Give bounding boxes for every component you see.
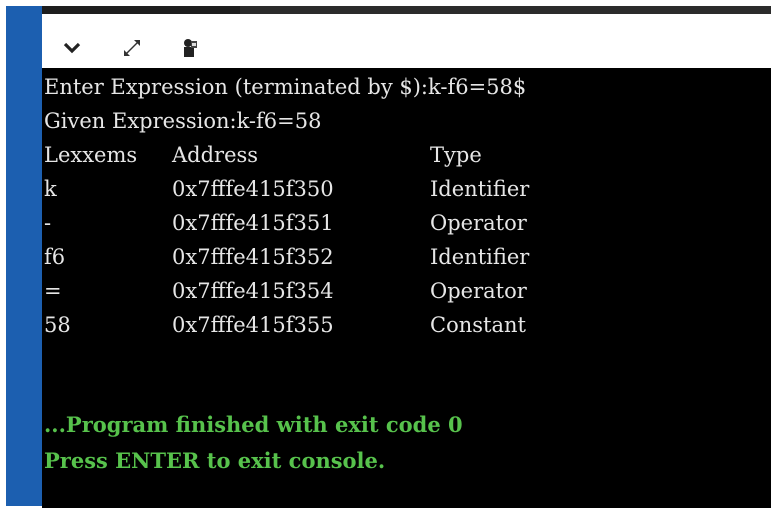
given-expression-line: Given Expression:k-f6=58 [44, 109, 322, 133]
chevron-down-icon[interactable] [60, 36, 84, 60]
console-output: Enter Expression (terminated by $):k-f6=… [42, 68, 771, 508]
header-address: Address [172, 143, 259, 167]
row-lexeme: - [44, 211, 52, 235]
row-lexeme: 58 [44, 313, 71, 337]
row-type: Identifier [430, 177, 530, 201]
header-lexemes: Lexxems [44, 143, 138, 167]
settings-icon[interactable] [178, 36, 202, 60]
row-lexeme: = [44, 279, 62, 303]
row-address: 0x7fffe415f354 [172, 279, 334, 303]
row-address: 0x7fffe415f355 [172, 313, 334, 337]
row-type: Identifier [430, 245, 530, 269]
table-row: f6 0x7fffe415f352 Identifier [44, 242, 744, 272]
row-lexeme: f6 [44, 245, 66, 269]
prompt-line: Enter Expression (terminated by $):k-f6=… [44, 75, 527, 99]
row-type: Operator [430, 211, 527, 235]
table-row: = 0x7fffe415f354 Operator [44, 276, 744, 306]
table-header: Lexxems Address Type [44, 140, 744, 170]
console-toolbar [42, 28, 771, 68]
press-enter-line: Press ENTER to exit console. [44, 448, 386, 473]
table-row: - 0x7fffe415f351 Operator [44, 208, 744, 238]
row-type: Operator [430, 279, 527, 303]
row-address: 0x7fffe415f351 [172, 211, 334, 235]
table-row: 58 0x7fffe415f355 Constant [44, 310, 744, 340]
row-address: 0x7fffe415f352 [172, 245, 334, 269]
row-type: Constant [430, 313, 526, 337]
top-strip [42, 6, 771, 14]
left-accent-bar [6, 6, 42, 506]
expand-icon[interactable] [120, 36, 144, 60]
header-type: Type [430, 143, 482, 167]
console-window: Enter Expression (terminated by $):k-f6=… [0, 0, 771, 508]
row-lexeme: k [44, 177, 57, 201]
table-row: k 0x7fffe415f350 Identifier [44, 174, 744, 204]
row-address: 0x7fffe415f350 [172, 177, 334, 201]
program-finished-line: ...Program finished with exit code 0 [44, 412, 463, 437]
top-strip-tab [42, 6, 240, 14]
